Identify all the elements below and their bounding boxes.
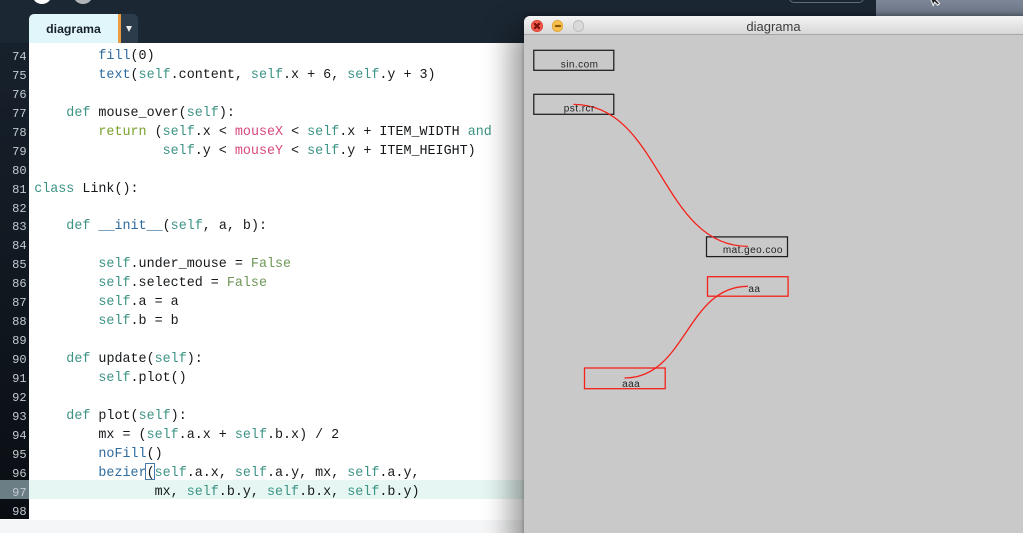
svg-text:aaa: aaa: [622, 378, 640, 389]
svg-text:sin.com: sin.com: [560, 59, 598, 70]
svg-text:mat.geo.coo: mat.geo.coo: [722, 244, 782, 255]
svg-text:aa: aa: [748, 284, 760, 295]
svg-text:pst.rcr: pst.rcr: [563, 103, 594, 114]
